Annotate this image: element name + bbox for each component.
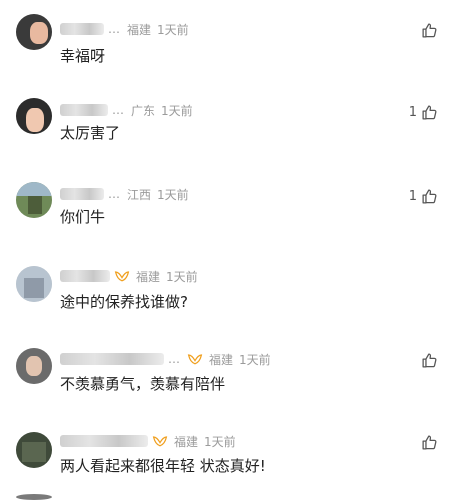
nickname-ellipsis: … <box>168 352 181 366</box>
nickname-blurred[interactable] <box>60 23 104 35</box>
nickname-ellipsis: … <box>108 187 121 201</box>
region-label: 福建 <box>174 434 199 449</box>
vip-badge-icon <box>187 354 203 365</box>
like-button[interactable] <box>417 20 438 40</box>
region-label: 福建 <box>209 352 234 367</box>
comment-text: 太厉害了 <box>60 124 121 142</box>
thumbs-up-icon <box>422 22 437 38</box>
avatar[interactable] <box>16 266 52 302</box>
comment-text: 不羡慕勇气，羡慕有陪伴 <box>60 375 226 393</box>
like-button[interactable]: 1 <box>409 186 438 206</box>
avatar[interactable] <box>16 348 52 384</box>
avatar[interactable] <box>16 432 52 468</box>
comment-item: … 福建 1天前 不羡慕勇气，羡慕有陪伴 <box>0 346 452 416</box>
like-count: 1 <box>408 104 417 120</box>
comment-item: … 福建 1天前 幸福呀 <box>0 12 452 72</box>
nickname-blurred[interactable] <box>60 188 104 200</box>
time-label: 1天前 <box>204 434 236 449</box>
vip-badge-icon <box>114 271 130 282</box>
time-label: 1天前 <box>161 103 193 118</box>
avatar[interactable] <box>16 494 52 500</box>
nickname-blurred[interactable] <box>60 270 110 282</box>
avatar[interactable] <box>16 14 52 50</box>
thumbs-up-icon <box>422 352 437 368</box>
thumbs-up-icon <box>422 434 437 450</box>
nickname-blurred[interactable] <box>60 435 148 447</box>
comment-item: … 江西 1天前 你们牛 1 <box>0 180 452 240</box>
comment-text: 你们牛 <box>60 208 106 226</box>
thumbs-up-icon <box>422 104 437 120</box>
nickname-blurred[interactable] <box>60 353 164 365</box>
like-count: 1 <box>408 188 417 204</box>
comment-item: 福建 1天前 两人看起来都很年轻 状态真好! <box>0 430 452 490</box>
region-label: 福建 <box>127 22 152 37</box>
time-label: 1天前 <box>157 22 189 37</box>
time-label: 1天前 <box>239 352 271 367</box>
comment-item: … 广东 1天前 太厉害了 1 <box>0 96 452 156</box>
region-label: 广东 <box>131 103 156 118</box>
nickname-blurred[interactable] <box>60 104 108 116</box>
comment-item: 福建 1天前 途中的保养找谁做? <box>0 264 452 334</box>
like-button[interactable] <box>417 432 438 452</box>
avatar[interactable] <box>16 182 52 218</box>
like-button[interactable]: 1 <box>409 102 438 122</box>
comment-text: 幸福呀 <box>60 47 106 65</box>
region-label: 福建 <box>136 269 161 284</box>
time-label: 1天前 <box>157 187 189 202</box>
comment-text: 两人看起来都很年轻 状态真好! <box>60 457 266 475</box>
time-label: 1天前 <box>166 269 198 284</box>
thumbs-up-icon <box>422 188 437 204</box>
like-button[interactable] <box>417 350 438 370</box>
comment-text: 途中的保养找谁做? <box>60 293 188 311</box>
avatar[interactable] <box>16 98 52 134</box>
nickname-ellipsis: … <box>108 22 121 36</box>
nickname-ellipsis: … <box>112 103 125 117</box>
vip-badge-icon <box>152 436 168 447</box>
region-label: 江西 <box>127 187 152 202</box>
